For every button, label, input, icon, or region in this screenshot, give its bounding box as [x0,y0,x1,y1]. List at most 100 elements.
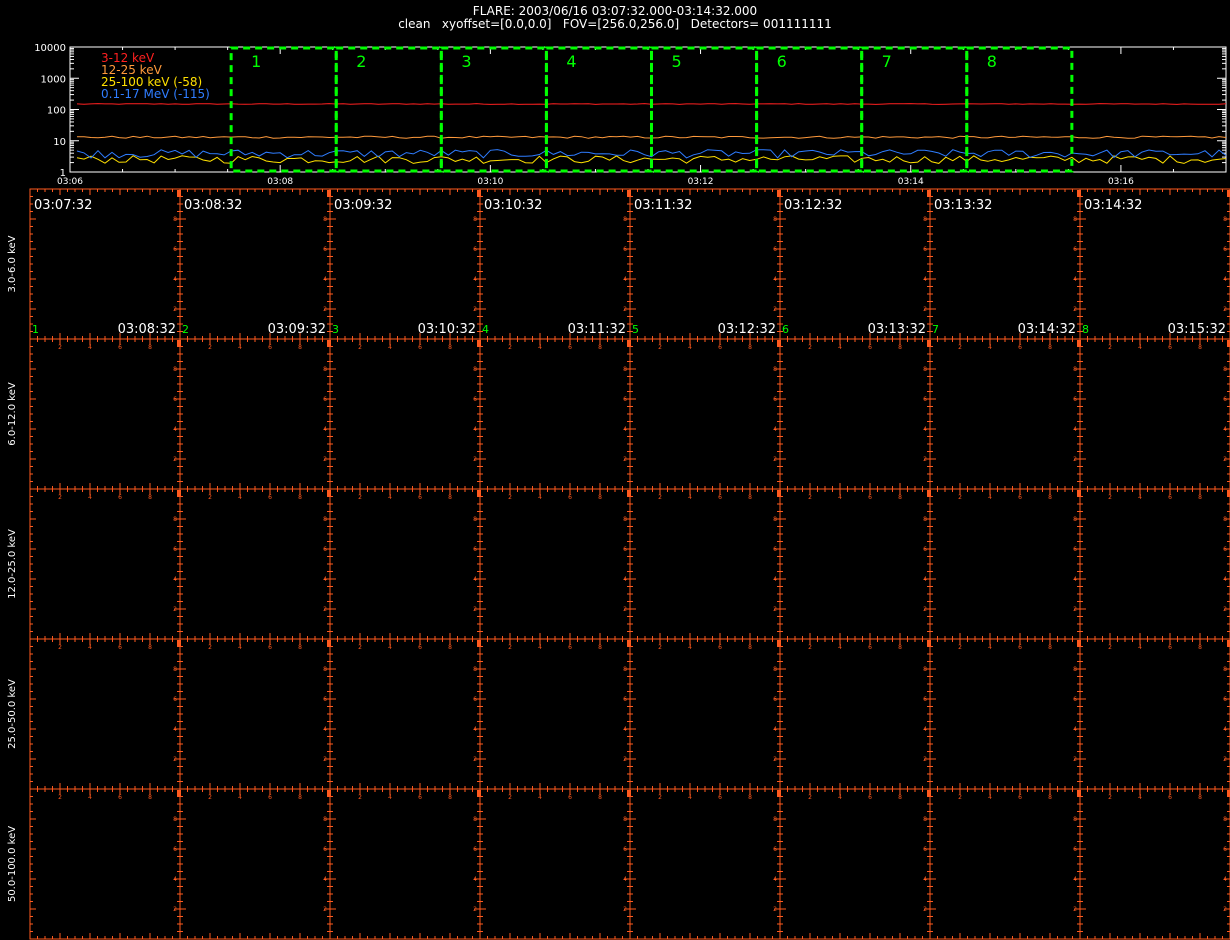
x-tick-label: 2 [958,794,962,801]
cell-start-time-2: 03:08:32 [184,198,242,213]
x-tick-label: 2 [508,494,512,501]
y-tick-label: 8 [323,816,327,823]
cell-end-time-8: 03:15:32 [1168,322,1226,337]
cell-number-2: 2 [182,323,189,336]
image-cell-r3-c7: 2 2 4 4 6 6 8 8 [929,488,1081,640]
cell-frame [29,638,181,790]
y-tick-label: 6 [1223,846,1227,853]
cell-frame [929,788,1081,940]
x-tick-label: 6 [868,794,872,801]
y-tick-label: 2 [923,756,927,763]
y-tick-label: 2 [1073,906,1077,913]
cell-frame [629,638,781,790]
y-tick-label: 6 [323,846,327,853]
energy-band-label-1: 3.0-6.0 keV [7,235,18,292]
cell-frame [479,638,631,790]
x-tick-label: 6 [1018,794,1022,801]
cell-frame [179,788,331,940]
x-tick-label: 8 [598,794,602,801]
x-tick-label: 4 [538,794,542,801]
energy-band-label-2: 6.0-12.0 keV [7,382,18,446]
x-tick-label: 4 [388,794,392,801]
x-tick-label: 8 [448,494,452,501]
x-tick-label: 6 [1168,344,1172,351]
x-tick-label: 8 [598,644,602,651]
x-tick-label: 6 [1018,494,1022,501]
cell-frame [929,638,1081,790]
y-tick-label: 6 [323,696,327,703]
y-tick-label: 4 [773,726,777,733]
cell-frame [329,638,481,790]
y-tick-label: 6 [623,246,627,253]
y-tick-label: 8 [323,666,327,673]
interval-box-label-3: 3 [461,52,471,71]
x-tick-label: 2 [508,794,512,801]
x-tick-label: 4 [688,494,692,501]
x-tick-label: 6 [1168,794,1172,801]
x-tick-label: 8 [148,494,152,501]
interval-box-label-7: 7 [882,52,892,71]
y-tick-label: 8 [923,366,927,373]
y-tick-label: 2 [623,456,627,463]
y-tick-label: 4 [323,276,327,283]
y-tick-label: 8 [923,666,927,673]
cell-frame [1079,788,1230,940]
x-tick-label: 8 [898,794,902,801]
x-tick-label: 2 [658,644,662,651]
x-tick-label: 2 [658,794,662,801]
x-tick-label: 2 [658,494,662,501]
x-tick-label: 2 [1108,644,1112,651]
x-tick-label: 2 [808,644,812,651]
cell-frame [29,788,181,940]
x-tick-label: 8 [1048,494,1052,501]
x-tick-label: 4 [88,344,92,351]
cell-frame [29,338,181,490]
x-tick-label: 8 [1198,344,1202,351]
interval-box-label-1: 1 [251,52,261,71]
cell-frame [479,488,631,640]
y-tick-label: 6 [1073,846,1077,853]
y-tick-label: 6 [773,546,777,553]
y-tick-label: 8 [1073,366,1077,373]
x-tick-label: 8 [1198,644,1202,651]
interval-box-label-6: 6 [777,52,787,71]
y-tick-label: 2 [323,306,327,313]
x-tick-label: 8 [1048,794,1052,801]
y-tick-label: 2 [773,906,777,913]
y-tick-label: 4 [1223,876,1227,883]
cell-end-time-3: 03:10:32 [418,322,476,337]
x-tick-label: 8 [748,794,752,801]
y-tick-label: 2 [773,456,777,463]
y-tick-label: 8 [773,366,777,373]
y-tick-label: 6 [173,396,177,403]
y-tick-label: 8 [473,816,477,823]
x-tick-label: 6 [568,494,572,501]
interval-box-8 [965,46,1074,173]
y-tick-label: 6 [473,246,477,253]
y-tick-label: 4 [773,876,777,883]
y-tick-label: 4 [773,426,777,433]
interval-box-label-2: 2 [356,52,366,71]
y-tick-label: 8 [623,516,627,523]
x-tick-label: 2 [58,794,62,801]
y-tick-label: 6 [473,396,477,403]
lightcurve-panel: 1 10 100 1000 10000 03:06 03:08 03:10 03:12 03:14… [34,43,1227,187]
image-cell-r3-c3: 2 2 4 4 6 6 8 8 [329,488,481,640]
x-tick-label: 4 [1138,344,1142,351]
y-tick-label: 2 [1223,606,1227,613]
cell-frame [629,788,781,940]
image-cell-r5-c4: 2 2 4 4 6 6 8 8 [479,788,631,940]
x-tick-label: 2 [58,644,62,651]
image-cell-r4-c2: 2 2 4 4 6 6 8 8 [179,638,331,790]
image-grid: 2 4 6 8 2 4 6 8 2 4 6 8 2 4 6 8 2 4 6 8 2 4 6 8 2 4 6 8 2 4 6 8 2 2 4 4 6 6 8 8… [7,188,1230,940]
y-tick-label: 2 [1073,306,1077,313]
cell-frame [29,488,181,640]
x-tick-label: 2 [208,644,212,651]
x-tick-label: 8 [1198,494,1202,501]
cell-frame [329,338,481,490]
y-tick-label: 4 [1223,426,1227,433]
y-tick-label: 6 [473,846,477,853]
x-tick-label: 4 [538,644,542,651]
y-tick-label: 6 [1223,696,1227,703]
x-tick-label: 4 [1138,494,1142,501]
